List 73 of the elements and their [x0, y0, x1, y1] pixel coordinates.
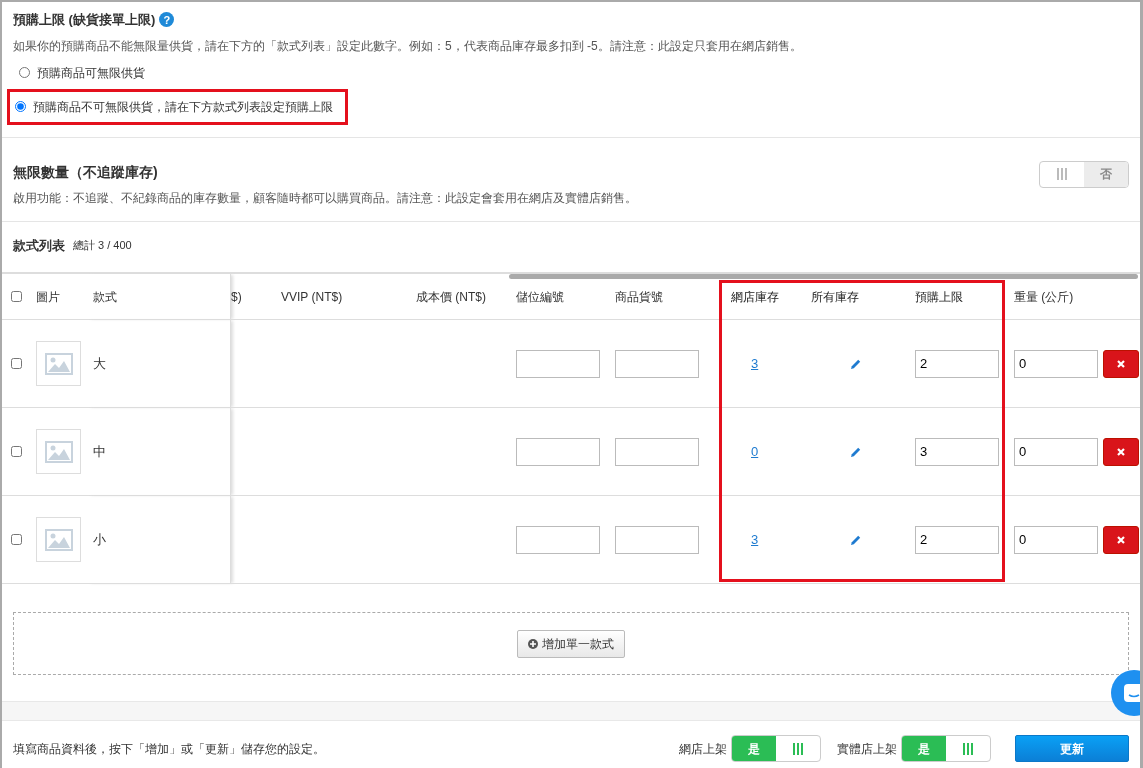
close-icon — [1117, 535, 1125, 544]
edit-icon[interactable] — [851, 534, 861, 545]
image-placeholder-icon — [36, 429, 81, 474]
toggle-label: 網店上架 — [679, 740, 727, 758]
column-header: $) — [231, 288, 242, 306]
footer-note: 填寫商品資料後，按下「增加」或「更新」儲存您的設定。 — [13, 740, 326, 758]
grip-icon — [793, 742, 803, 755]
row-checkbox[interactable] — [11, 358, 22, 369]
edit-icon[interactable] — [851, 358, 861, 369]
variant-name: 中 — [93, 442, 106, 461]
option-label: 預購商品不可無限供貨，請在下方款式列表設定預購上限 — [33, 98, 333, 116]
help-icon[interactable]: ? — [159, 12, 175, 28]
option-label: 預購商品可無限供貨 — [37, 64, 145, 82]
description: 如果你的預購商品不能無限量供貨，請在下方的「款式列表」設定此數字。例如：5，代表商品庫存最多扣到 -5。請注意：此設定只套用在網店銷售。 — [13, 37, 803, 55]
sku-field[interactable] — [615, 525, 699, 554]
variant-name: 大 — [93, 354, 106, 373]
toggle-label: 否 — [1100, 166, 1112, 183]
chat-icon — [1123, 683, 1140, 703]
delete-button[interactable] — [1103, 349, 1139, 378]
column-header: 儲位編號 — [516, 288, 564, 306]
radio-button[interactable] — [15, 101, 26, 112]
storage-code-field[interactable] — [516, 349, 600, 378]
column-header: 圖片 — [36, 288, 60, 306]
close-icon — [1117, 447, 1125, 456]
stock-link[interactable]: 3 — [751, 353, 759, 374]
storage-code-field[interactable] — [516, 525, 600, 554]
plus-circle-icon — [528, 638, 538, 649]
description: 啟用功能：不追蹤、不紀錄商品的庫存數量，顧客隨時都可以購買商品。請注意：此設定會套用在網店及實體店銷售。 — [13, 189, 638, 207]
update-button[interactable]: 更新 — [1015, 735, 1129, 762]
column-header: 所有庫存 — [811, 288, 859, 306]
radio-button[interactable] — [19, 67, 30, 78]
weight-field[interactable]: 0 — [1014, 437, 1098, 466]
add-variant-button[interactable]: 增加單一款式 — [517, 629, 625, 658]
grip-icon — [963, 742, 973, 755]
stock-link[interactable]: 0 — [751, 441, 759, 462]
stock-link[interactable]: 3 — [751, 529, 759, 550]
close-icon — [1117, 359, 1125, 368]
image-placeholder-icon — [36, 517, 81, 562]
section-title: 預購上限 (缺貨接單上限) — [13, 11, 156, 29]
scrollbar-thumb[interactable] — [509, 274, 1138, 279]
weight-field[interactable]: 0 — [1014, 349, 1098, 378]
preorder-limit-field[interactable]: 2 — [915, 525, 999, 554]
column-header: 成本價 (NT$) — [416, 288, 486, 306]
toggle-label: 是 — [748, 740, 760, 758]
section-title: 無限數量（不追蹤庫存) — [13, 162, 159, 182]
toggle-label: 實體店上架 — [837, 740, 897, 758]
delete-button[interactable] — [1103, 437, 1139, 466]
publish-toggle[interactable]: 是 — [901, 735, 991, 762]
select-all-checkbox[interactable] — [11, 291, 22, 302]
grip-icon — [1057, 168, 1067, 180]
preorder-limit-field[interactable]: 2 — [915, 349, 999, 378]
row-checkbox[interactable] — [11, 534, 22, 545]
edit-icon[interactable] — [851, 446, 861, 457]
column-header: 款式 — [93, 288, 117, 306]
total-count: 總計 3 / 400 — [73, 238, 132, 253]
publish-toggle[interactable]: 是 — [731, 735, 821, 762]
unlimited-toggle[interactable]: 否 — [1039, 160, 1129, 188]
image-placeholder-icon — [36, 341, 81, 386]
row-checkbox[interactable] — [11, 446, 22, 457]
column-header: 重量 (公斤) — [1014, 288, 1074, 306]
storage-code-field[interactable] — [516, 437, 600, 466]
weight-field[interactable]: 0 — [1014, 525, 1098, 554]
column-header: 商品貨號 — [615, 288, 663, 306]
sku-field[interactable] — [615, 437, 699, 466]
delete-button[interactable] — [1103, 525, 1139, 554]
column-header: 網店庫存 — [731, 288, 779, 306]
preorder-limit-field[interactable]: 3 — [915, 437, 999, 466]
section-title: 款式列表 — [13, 236, 65, 255]
column-header: 預購上限 — [915, 288, 963, 306]
sku-field[interactable] — [615, 349, 699, 378]
column-header: VVIP (NT$) — [281, 288, 343, 306]
toggle-label: 是 — [918, 740, 930, 758]
variant-name: 小 — [93, 530, 106, 549]
